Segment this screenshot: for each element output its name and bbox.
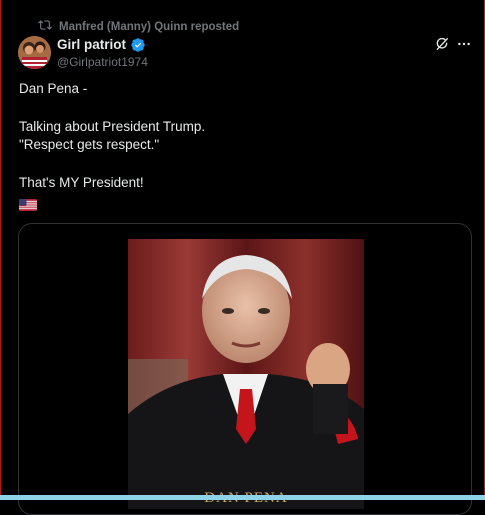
tweet-line: Dan Pena - (19, 81, 88, 96)
avatar[interactable] (18, 36, 51, 69)
repost-indicator[interactable]: Manfred (Manny) Quinn reposted (38, 18, 239, 35)
us-flag-icon (19, 198, 37, 211)
tweet-line: Talking about President Trump. (19, 118, 206, 134)
tweet-text: Dan Pena - Talking about President Trump… (19, 80, 459, 193)
tweet-line: That's MY President! (19, 174, 144, 190)
author-display-name[interactable]: Girl patriot (57, 37, 126, 52)
tweet-line: "Respect gets respect." (19, 137, 160, 153)
verified-badge-icon (131, 37, 145, 52)
repost-icon (38, 18, 52, 35)
bottom-bar (0, 495, 485, 500)
author-handle[interactable]: @Girlpatriot1974 (57, 55, 148, 69)
media-card[interactable]: DAN PENA (18, 223, 472, 515)
repost-text: Manfred (Manny) Quinn reposted (59, 20, 240, 33)
video-player[interactable]: DAN PENA (128, 239, 364, 509)
grok-icon[interactable] (434, 36, 450, 52)
window-border-left (0, 0, 1, 500)
more-icon[interactable] (456, 36, 472, 52)
